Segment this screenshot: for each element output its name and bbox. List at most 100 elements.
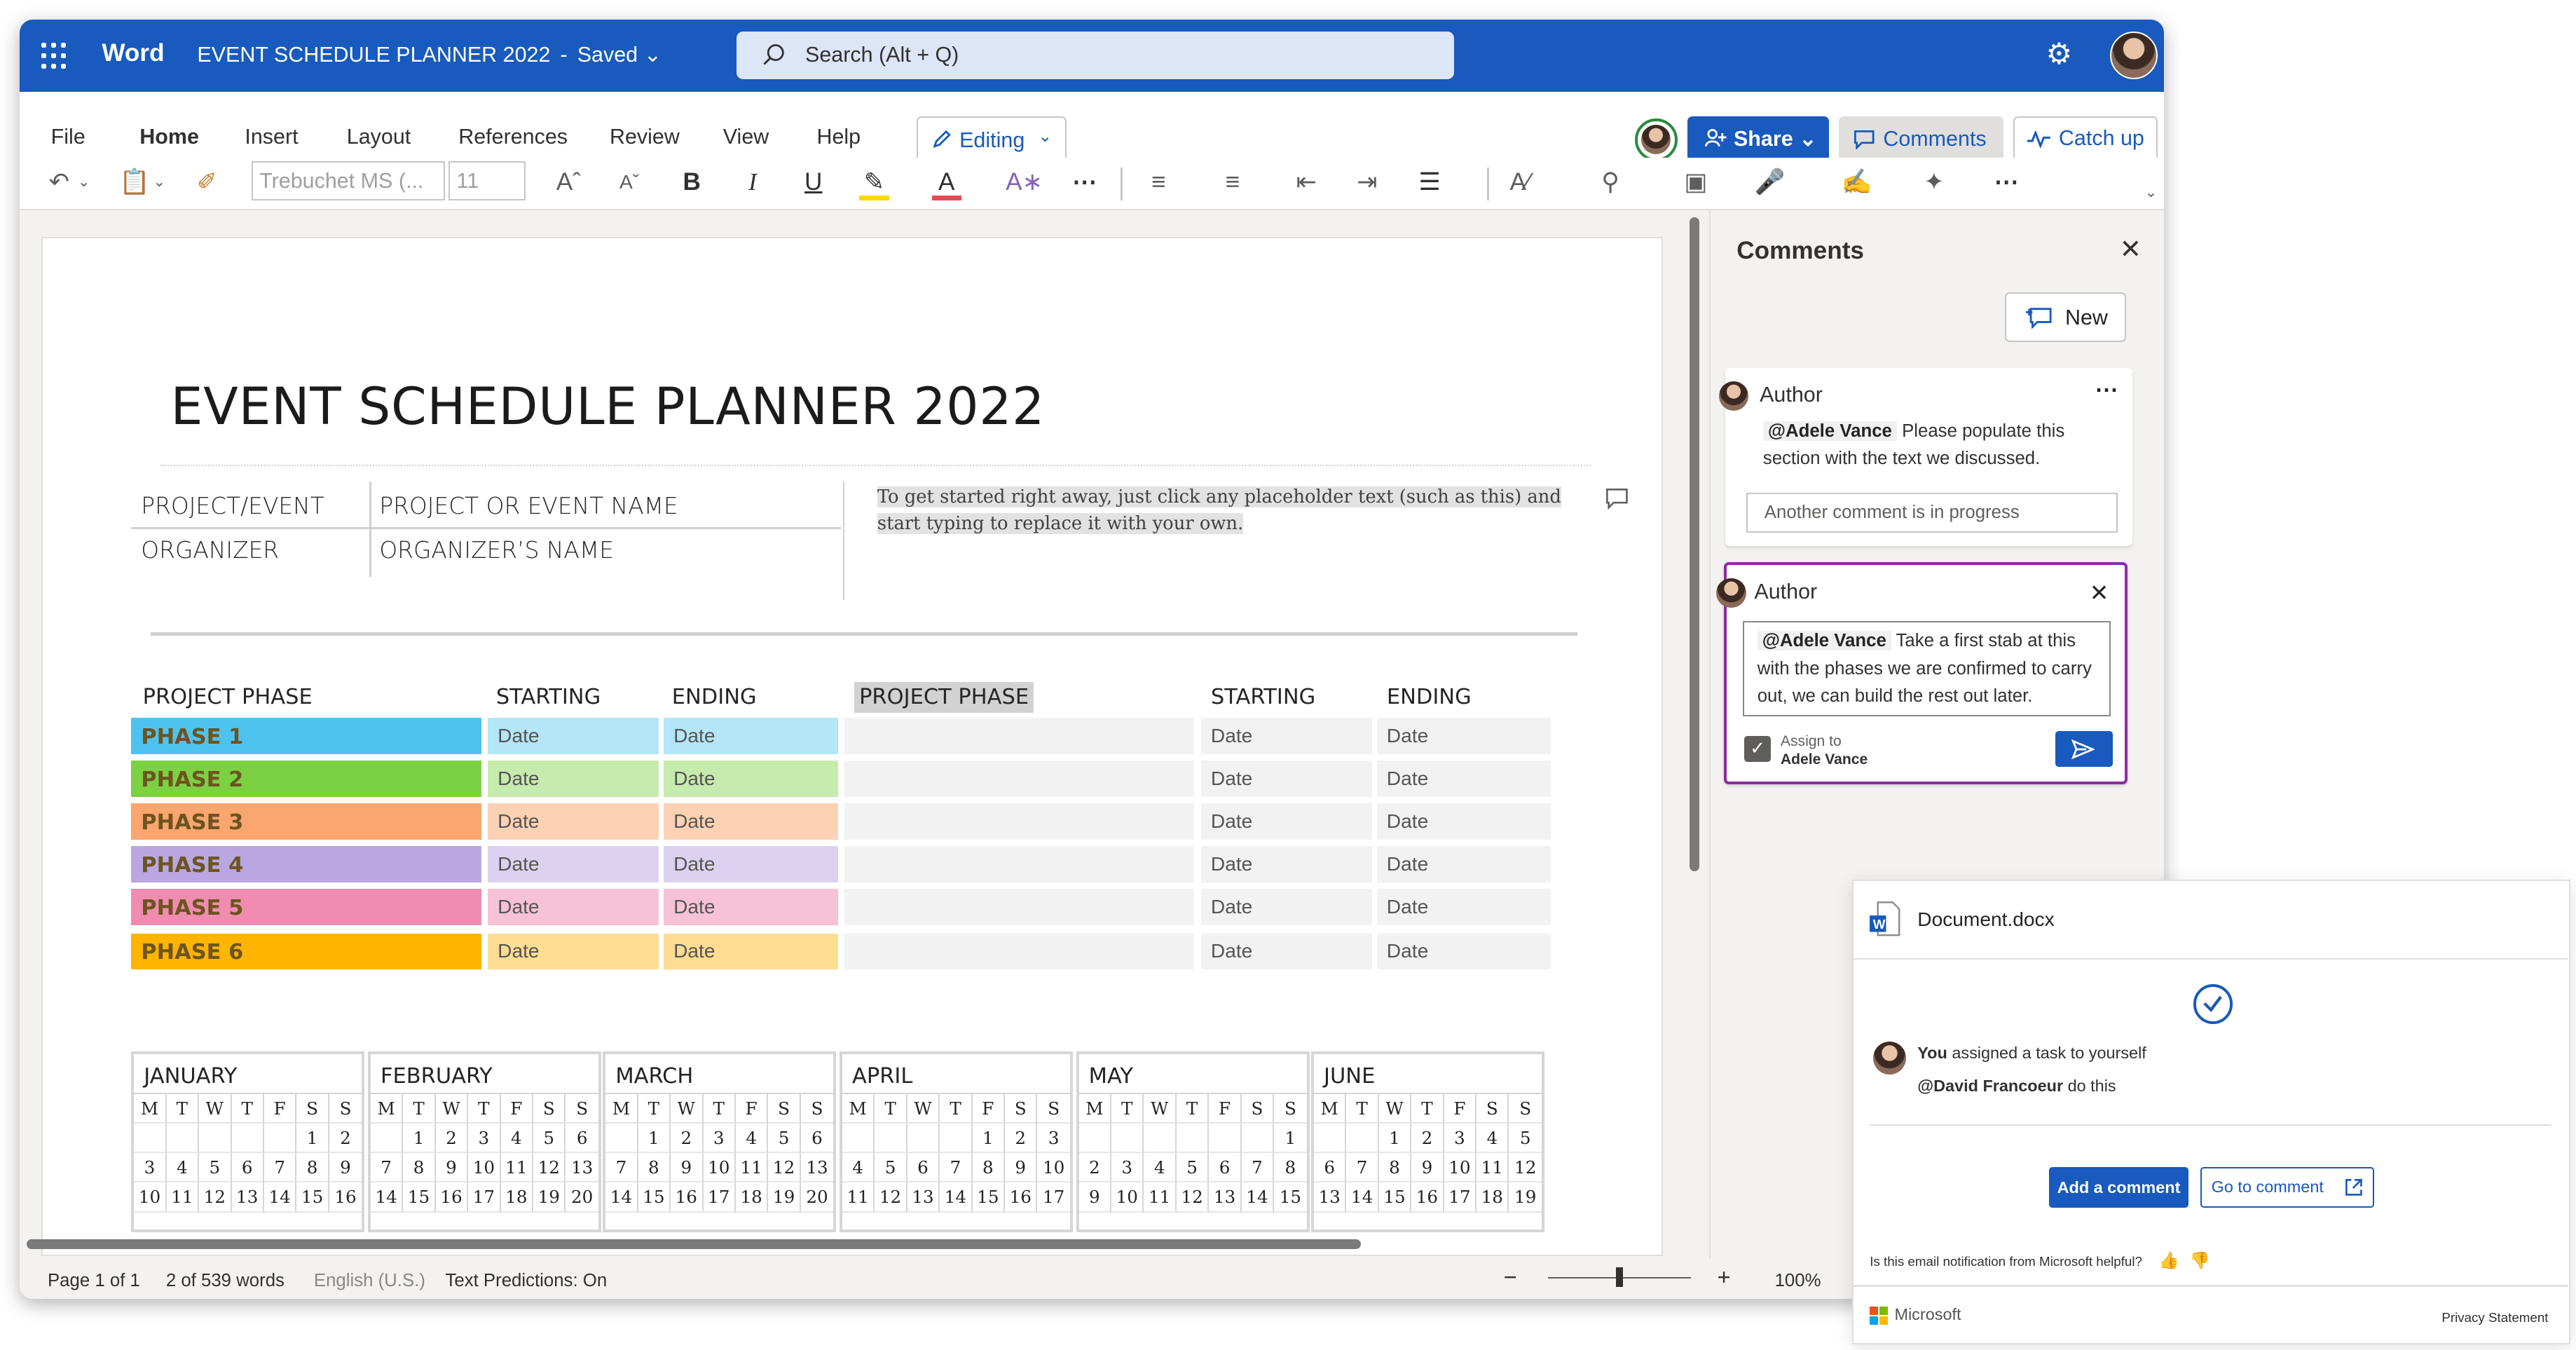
start-date-cell[interactable]: Date xyxy=(1200,803,1372,840)
calendar-day[interactable]: 9 xyxy=(671,1153,704,1183)
clear-formatting-icon[interactable]: A∗ xyxy=(1006,164,1043,200)
calendar-day[interactable]: 17 xyxy=(1037,1182,1070,1213)
calendar-day[interactable] xyxy=(605,1123,638,1154)
month-name[interactable]: MAY xyxy=(1078,1054,1307,1094)
calendar-day[interactable] xyxy=(263,1123,297,1154)
calendar-day[interactable]: 4 xyxy=(735,1123,769,1154)
calendar-day[interactable]: 9 xyxy=(435,1153,469,1183)
grow-font-icon[interactable]: Aˆ xyxy=(554,164,583,200)
calendar-day[interactable]: 7 xyxy=(370,1153,404,1183)
end-date-cell[interactable]: Date xyxy=(664,761,838,797)
month-name[interactable]: MARCH xyxy=(605,1054,834,1094)
calendar-day[interactable]: 16 xyxy=(435,1182,469,1213)
calendar-day[interactable]: 15 xyxy=(972,1182,1006,1213)
calendar-day[interactable]: 1 xyxy=(972,1123,1006,1154)
calendar-day[interactable] xyxy=(940,1123,973,1154)
zoom-out-icon[interactable]: − xyxy=(1504,1264,1517,1290)
calendar-day[interactable]: 10 xyxy=(468,1153,501,1183)
calendar-day[interactable]: 13 xyxy=(1313,1182,1347,1213)
more-options-icon[interactable]: ⋯ xyxy=(1067,164,1103,200)
calendar-day[interactable]: 8 xyxy=(638,1153,671,1183)
calendar-day[interactable]: 11 xyxy=(842,1182,875,1213)
calendar-day[interactable]: 3 xyxy=(1444,1123,1477,1154)
end-date-cell[interactable]: Date xyxy=(664,803,838,840)
calendar-day[interactable]: 19 xyxy=(533,1182,566,1213)
project-event-label[interactable]: PROJECT/EVENT xyxy=(141,493,324,519)
calendar-day[interactable]: 3 xyxy=(1111,1153,1144,1183)
calendar-day[interactable]: 6 xyxy=(800,1124,834,1154)
calendar-day[interactable]: 4 xyxy=(1477,1123,1509,1154)
undo-icon[interactable]: ↶ xyxy=(43,164,76,200)
designer-icon[interactable]: ✦ xyxy=(1918,164,1951,200)
chevron-down-icon[interactable]: ⌄ xyxy=(151,164,167,200)
calendar-day[interactable]: 4 xyxy=(842,1153,875,1183)
calendar-day[interactable]: 12 xyxy=(533,1153,566,1183)
calendar-day[interactable]: 3 xyxy=(1037,1124,1070,1154)
calendar-day[interactable] xyxy=(134,1123,167,1154)
calendar-day[interactable]: 2 xyxy=(1078,1153,1112,1183)
calendar-day[interactable]: 3 xyxy=(468,1123,501,1154)
calendar-day[interactable]: 7 xyxy=(263,1153,297,1183)
calendar-day[interactable]: 9 xyxy=(1078,1182,1112,1213)
document-heading[interactable]: EVENT SCHEDULE PLANNER 2022 xyxy=(171,378,1046,437)
calendar-day[interactable]: 10 xyxy=(134,1182,167,1213)
word-count[interactable]: 2 of 539 words xyxy=(166,1271,285,1291)
start-date-cell[interactable]: Date xyxy=(488,761,659,797)
tab-references[interactable]: References xyxy=(458,125,568,149)
calendar-day[interactable]: 14 xyxy=(370,1182,404,1213)
chevron-down-icon[interactable]: ⌄ xyxy=(76,164,92,200)
organizer-label[interactable]: ORGANIZER xyxy=(141,537,279,564)
calendar-day[interactable]: 10 xyxy=(1111,1182,1144,1213)
comments-button[interactable]: Comments xyxy=(1839,116,2003,163)
zoom-level[interactable]: 100% xyxy=(1775,1271,1821,1291)
phase-name-cell[interactable]: PHASE 1 xyxy=(131,718,481,754)
mention-tag[interactable]: @Adele Vance xyxy=(1757,630,1891,650)
phase-name-cell-empty[interactable] xyxy=(844,889,1195,925)
calendar-day[interactable]: 17 xyxy=(703,1182,736,1213)
calendar-day[interactable]: 16 xyxy=(1005,1182,1038,1213)
phase-name-cell-empty[interactable] xyxy=(844,933,1195,970)
find-icon[interactable]: ⚲ xyxy=(1594,164,1627,200)
calendar-day[interactable]: 1 xyxy=(1378,1123,1412,1154)
calendar-day[interactable]: 1 xyxy=(403,1123,436,1154)
calendar-day[interactable] xyxy=(199,1123,232,1154)
calendar-day[interactable]: 10 xyxy=(1444,1153,1477,1183)
calendar-day[interactable] xyxy=(1313,1123,1347,1154)
calendar-day[interactable]: 15 xyxy=(296,1182,329,1213)
active-comment-thread[interactable]: Author ✕ @Adele Vance Take a first stab … xyxy=(1716,561,2128,784)
calendar-day[interactable]: 13 xyxy=(231,1182,264,1213)
calendar-day[interactable]: 7 xyxy=(1346,1153,1379,1183)
calendar-day[interactable]: 4 xyxy=(500,1123,534,1154)
calendar-day[interactable]: 6 xyxy=(1313,1153,1347,1183)
calendar-day[interactable] xyxy=(231,1123,264,1154)
calendar-day[interactable]: 8 xyxy=(403,1153,436,1183)
calendar-day[interactable]: 9 xyxy=(1411,1153,1444,1183)
calendar-day[interactable]: 2 xyxy=(329,1124,362,1154)
start-date-cell[interactable]: Date xyxy=(1200,889,1372,925)
calendar-day[interactable]: 8 xyxy=(296,1153,329,1183)
collaborator-avatar[interactable] xyxy=(1635,118,1678,161)
phase-name-cell[interactable]: PHASE 2 xyxy=(131,761,481,797)
horizontal-scrollbar[interactable] xyxy=(26,1239,1361,1250)
start-date-cell[interactable]: Date xyxy=(1200,933,1372,970)
project-event-value[interactable]: PROJECT OR EVENT NAME xyxy=(379,493,678,519)
calendar-day[interactable]: 14 xyxy=(605,1182,638,1213)
align-icon[interactable]: ☰ xyxy=(1413,164,1446,200)
calendar-day[interactable]: 15 xyxy=(403,1182,436,1213)
calendar-day[interactable]: 7 xyxy=(605,1153,638,1183)
calendar-day[interactable] xyxy=(907,1123,940,1154)
app-name[interactable]: Word xyxy=(102,39,164,67)
calendar-day[interactable]: 13 xyxy=(800,1153,834,1183)
tab-review[interactable]: Review xyxy=(610,125,680,149)
calendar-day[interactable]: 11 xyxy=(1477,1153,1509,1183)
reply-input[interactable]: Another comment is in progress xyxy=(1746,493,2118,533)
calendar-day[interactable]: 6 xyxy=(907,1153,940,1183)
start-date-cell[interactable]: Date xyxy=(1200,846,1372,882)
calendar-day[interactable]: 9 xyxy=(329,1153,362,1183)
calendar-day[interactable] xyxy=(1176,1123,1210,1154)
more-options-icon[interactable]: ⋯ xyxy=(2095,376,2118,403)
calendar-day[interactable]: 12 xyxy=(768,1153,801,1183)
search-box[interactable]: Search (Alt + Q) xyxy=(736,31,1455,79)
calendar-day[interactable]: 14 xyxy=(940,1182,973,1213)
calendar-day[interactable] xyxy=(842,1123,875,1154)
